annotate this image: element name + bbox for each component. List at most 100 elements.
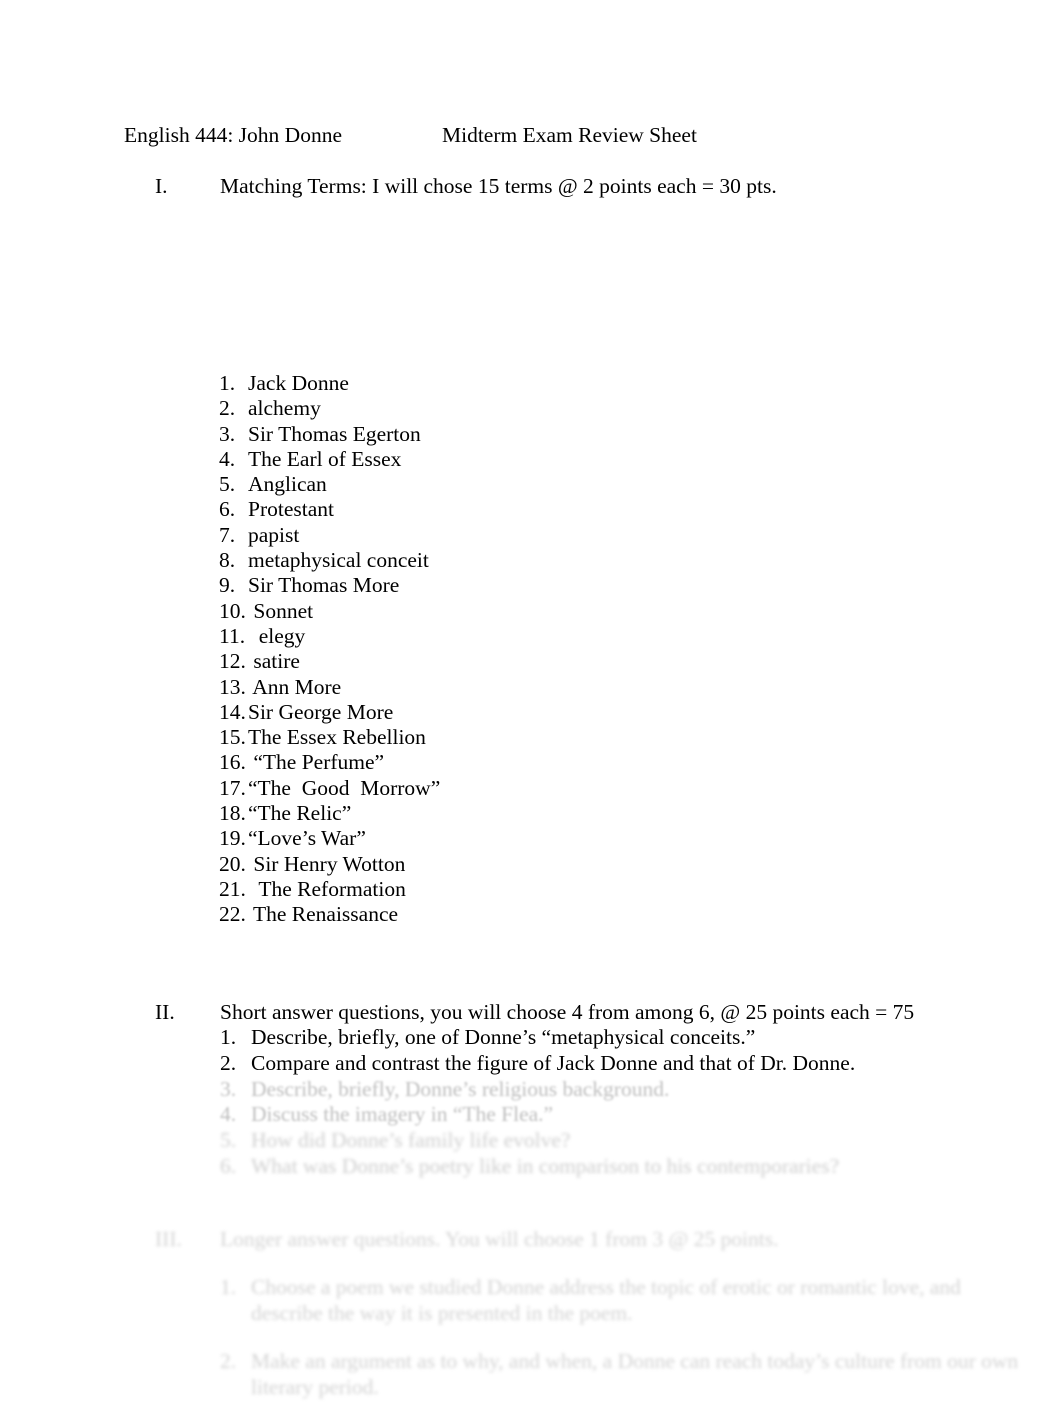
list-item: 6. Protestant: [219, 497, 440, 522]
section-1: I. Matching Terms: I will chose 15 terms…: [155, 173, 1015, 199]
list-text: Sonnet: [248, 598, 314, 623]
list-item: 6. What was Donne’s poetry like in compar…: [220, 1154, 1035, 1180]
list-marker: 10.: [219, 598, 246, 623]
list-text: Ann More: [248, 674, 342, 699]
list-marker: 19.: [219, 826, 246, 851]
list-text: The Essex Rebellion: [248, 725, 426, 750]
list-text: Sir Thomas More: [248, 573, 400, 598]
list-item: 3. Sir Thomas Egerton: [219, 422, 440, 447]
list-marker: 3.: [220, 1076, 237, 1101]
list-item: 19.“Love’s War”: [219, 826, 440, 851]
long-answer-question-list: 1. Choose a poem we studied Donne address…: [220, 1274, 1035, 1400]
list-text: The Reformation: [248, 876, 406, 901]
list-item: 2. alchemy: [219, 396, 440, 421]
list-text: Choose a poem we studied Donne address t…: [251, 1275, 961, 1325]
list-item: 18.“The Relic”: [219, 801, 440, 826]
list-item: 12. satire: [219, 649, 440, 674]
list-marker: 17.: [219, 775, 246, 800]
list-text: Describe, briefly, Donne’s religious bac…: [251, 1076, 670, 1101]
list-item: 10. Sonnet: [219, 599, 440, 624]
list-marker: 1.: [220, 1025, 237, 1049]
list-item: 3. Describe, briefly, Donne’s religious b…: [220, 1077, 1035, 1103]
list-text: elegy: [248, 623, 306, 648]
sheet-title: Midterm Exam Review Sheet: [441, 123, 697, 147]
list-text: Discuss the imagery in “The Flea.”: [251, 1102, 554, 1127]
list-item: 5. Anglican: [219, 472, 440, 497]
section-3-numeral: III.: [155, 1227, 182, 1251]
list-item: 7. papist: [219, 523, 440, 548]
list-item: 1. Describe, briefly, one of Donne’s “met…: [220, 1025, 1035, 1051]
short-answer-question-list: 1. Describe, briefly, one of Donne’s “met…: [220, 1025, 1035, 1180]
list-item: 1. Choose a poem we studied Donne address…: [220, 1274, 1035, 1326]
list-text: “Love’s War”: [248, 826, 366, 851]
list-marker: 18.: [219, 801, 246, 826]
list-marker: 13.: [219, 674, 246, 699]
list-marker: 1.: [220, 1275, 237, 1299]
list-item: 20. Sir Henry Wotton: [219, 852, 440, 877]
section-2: II. Short answer questions, you will cho…: [155, 999, 1035, 1180]
list-marker: 7.: [219, 522, 236, 547]
list-item: 4. Discuss the imagery in “The Flea.”: [220, 1102, 1035, 1128]
section-1-heading: Matching Terms: I will chose 15 terms @ …: [220, 174, 777, 198]
list-text: How did Donne’s family life evolve?: [251, 1128, 571, 1153]
list-text: “The Good Morrow”: [248, 775, 441, 800]
list-text: Sir George More: [248, 699, 394, 724]
list-item: 8. metaphysical conceit: [219, 548, 440, 573]
list-marker: 12.: [219, 649, 246, 674]
list-marker: 11.: [219, 623, 246, 648]
list-marker: 8.: [219, 548, 236, 573]
list-item: 9. Sir Thomas More: [219, 573, 440, 598]
list-marker: 21.: [219, 876, 246, 901]
course-title: English 444: John Donne: [124, 123, 342, 147]
section-1-numeral: I.: [155, 174, 168, 198]
list-marker: 14.: [219, 699, 246, 724]
list-marker: 6.: [220, 1153, 237, 1178]
matching-terms-list: 1. Jack Donne 2. alchemy 3. Sir Thomas Eger…: [219, 371, 440, 928]
list-marker: 9.: [219, 573, 236, 598]
list-text: What was Donne’s poetry like in comparis…: [251, 1153, 840, 1178]
list-text: Compare and contrast the figure of Jack …: [251, 1050, 856, 1075]
list-marker: 22.: [219, 902, 246, 927]
list-item: 21. The Reformation: [219, 877, 440, 902]
list-marker: 15.: [219, 725, 246, 750]
list-marker: 1.: [219, 371, 236, 395]
list-marker: 5.: [219, 472, 236, 497]
list-text: The Renaissance: [248, 902, 399, 927]
list-text: “The Relic”: [248, 801, 352, 826]
list-item: 14.Sir George More: [219, 700, 440, 725]
list-text: Jack Donne: [248, 371, 349, 395]
list-marker: 4.: [219, 446, 236, 471]
section-3: III. Longer answer questions. You will c…: [155, 1226, 1035, 1422]
list-marker: 2.: [220, 1349, 237, 1373]
list-text: Anglican: [248, 472, 327, 497]
section-3-heading: Longer answer questions. You will choose…: [220, 1227, 779, 1251]
list-item: 16. “The Perfume”: [219, 750, 440, 775]
list-item: 13. Ann More: [219, 675, 440, 700]
document-page: English 444: John Donne Midterm Exam Revi…: [0, 0, 1062, 1399]
list-marker: 4.: [220, 1102, 237, 1127]
list-text: Sir Henry Wotton: [248, 851, 406, 876]
list-marker: 5.: [220, 1128, 237, 1153]
list-item: 5. How did Donne’s family life evolve?: [220, 1128, 1035, 1154]
list-item: 4. The Earl of Essex: [219, 447, 440, 472]
list-text: Make an argument as to why, and when, a …: [251, 1349, 1019, 1399]
list-marker: 2.: [220, 1050, 237, 1075]
list-item: 2. Make an argument as to why, and when, …: [220, 1348, 1035, 1400]
list-item: 11. elegy: [219, 624, 440, 649]
list-item: 17.“The Good Morrow”: [219, 776, 440, 801]
list-item: 15.The Essex Rebellion: [219, 725, 440, 750]
section-2-heading: Short answer questions, you will choose …: [220, 1000, 915, 1024]
list-item: 2. Compare and contrast the figure of Jac…: [220, 1051, 1035, 1077]
page-title: English 444: John Donne Midterm Exam Revi…: [124, 122, 697, 148]
list-text: alchemy: [248, 396, 321, 421]
list-text: The Earl of Essex: [248, 446, 402, 471]
section-2-numeral: II.: [155, 1000, 175, 1024]
list-text: papist: [248, 522, 300, 547]
list-marker: 3.: [219, 421, 236, 446]
list-marker: 20.: [219, 851, 246, 876]
list-marker: 2.: [219, 396, 236, 421]
list-item: 22. The Renaissance: [219, 902, 440, 927]
list-marker: 16.: [219, 750, 246, 775]
list-marker: 6.: [219, 497, 236, 522]
list-text: Describe, briefly, one of Donne’s “metap…: [251, 1025, 756, 1049]
